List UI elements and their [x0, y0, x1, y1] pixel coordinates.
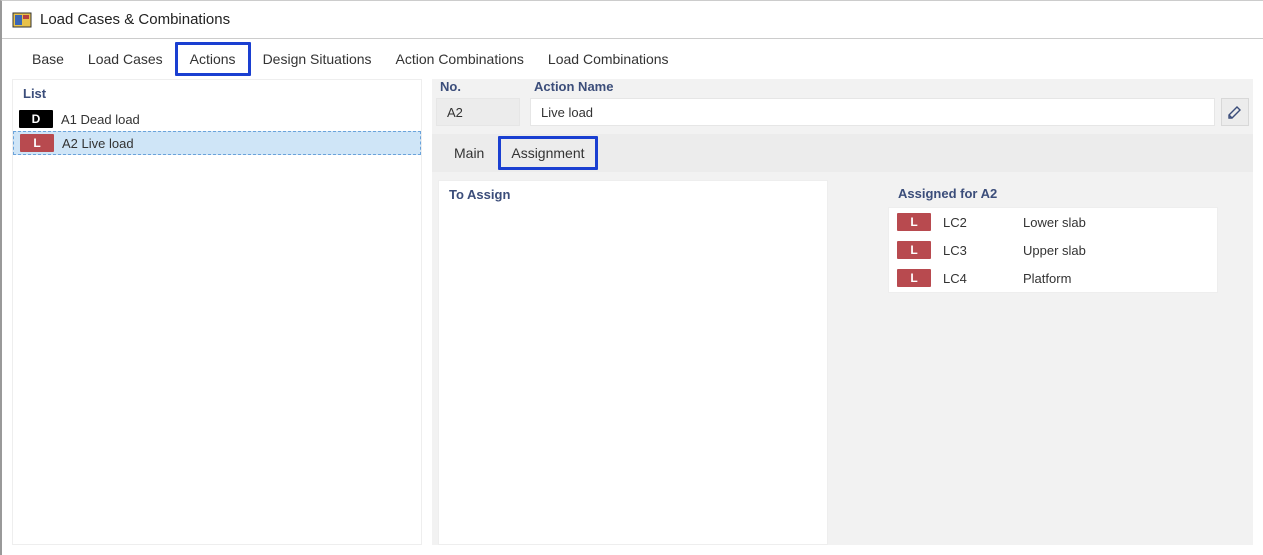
assignment-pane: To Assign Assigned for A2 L LC2 Lower sl…	[432, 180, 1253, 545]
tab-design-situations[interactable]: Design Situations	[251, 45, 384, 73]
live-load-badge: L	[20, 134, 54, 152]
tab-action-combinations[interactable]: Action Combinations	[384, 45, 536, 73]
lc-name: Platform	[1023, 271, 1209, 286]
title-bar: Load Cases & Combinations	[2, 1, 1263, 39]
no-label: No.	[436, 79, 520, 94]
details-panel: No. Action Name Main Assign	[432, 79, 1253, 545]
tab-load-combinations[interactable]: Load Combinations	[536, 45, 681, 73]
form-row: No. Action Name	[432, 79, 1253, 126]
window-title: Load Cases & Combinations	[40, 11, 230, 28]
assigned-item[interactable]: L LC3 Upper slab	[889, 236, 1217, 264]
to-assign-panel: To Assign	[438, 180, 828, 545]
main-tabbar: Base Load Cases Actions Design Situation…	[2, 39, 1263, 79]
subtab-assignment[interactable]: Assignment	[498, 136, 597, 170]
assigned-header: Assigned for A2	[888, 180, 1253, 207]
load-badge: L	[897, 269, 931, 287]
lc-name: Lower slab	[1023, 215, 1209, 230]
lc-code: LC4	[943, 271, 1011, 286]
action-name-field[interactable]	[530, 98, 1215, 126]
list-item[interactable]: L A2 Live load	[13, 131, 421, 155]
sub-tabbar: Main Assignment	[432, 134, 1253, 172]
subtab-main[interactable]: Main	[444, 139, 494, 167]
content-area: List D A1 Dead load L A2 Live load No. A…	[2, 79, 1263, 555]
lc-name: Upper slab	[1023, 243, 1209, 258]
tab-actions[interactable]: Actions	[175, 42, 251, 76]
load-badge: L	[897, 241, 931, 259]
assigned-panel: Assigned for A2 L LC2 Lower slab L LC3 U…	[888, 180, 1253, 545]
no-field[interactable]	[436, 98, 520, 126]
to-assign-header: To Assign	[439, 181, 827, 208]
list-header: List	[13, 80, 421, 107]
no-group: No.	[436, 79, 520, 126]
load-badge: L	[897, 213, 931, 231]
assigned-list: L LC2 Lower slab L LC3 Upper slab L LC4 …	[888, 207, 1218, 293]
list-item-label: A1 Dead load	[61, 112, 140, 127]
lc-code: LC3	[943, 243, 1011, 258]
assigned-item[interactable]: L LC2 Lower slab	[889, 208, 1217, 236]
action-name-label: Action Name	[530, 79, 1249, 94]
edit-name-button[interactable]	[1221, 98, 1249, 126]
app-icon	[12, 10, 32, 30]
assigned-item[interactable]: L LC4 Platform	[889, 264, 1217, 292]
action-name-group: Action Name	[530, 79, 1249, 126]
dead-load-badge: D	[19, 110, 53, 128]
list-item-label: A2 Live load	[62, 136, 134, 151]
tab-base[interactable]: Base	[20, 45, 76, 73]
action-list: D A1 Dead load L A2 Live load	[13, 107, 421, 544]
list-panel: List D A1 Dead load L A2 Live load	[12, 79, 422, 545]
tab-load-cases[interactable]: Load Cases	[76, 45, 175, 73]
list-item[interactable]: D A1 Dead load	[13, 107, 421, 131]
pencil-icon	[1227, 104, 1243, 120]
lc-code: LC2	[943, 215, 1011, 230]
